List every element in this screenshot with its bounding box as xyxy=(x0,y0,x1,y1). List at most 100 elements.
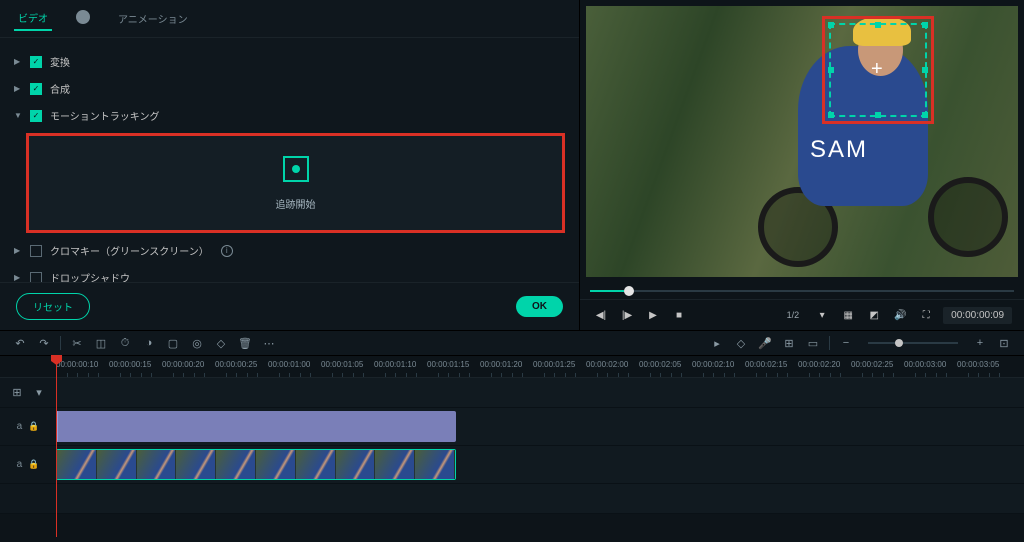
checkbox-transform[interactable]: ✓ xyxy=(30,56,42,68)
preview-canvas[interactable]: + SAM xyxy=(586,6,1018,277)
ruler-tick: 00:00:00:15 xyxy=(109,360,151,369)
ruler-tick: 00:00:00:20 xyxy=(162,360,204,369)
preview-timecode: 00:00:00:09 xyxy=(943,307,1012,324)
chevron-right-icon: ▶ xyxy=(14,273,22,282)
crosshair-icon: + xyxy=(871,58,883,81)
ruler-tick: 00:00:01:25 xyxy=(533,360,575,369)
resize-handle-tl[interactable] xyxy=(828,22,834,28)
zoom-in-icon[interactable]: + xyxy=(972,335,988,351)
redo-icon[interactable]: ↷ xyxy=(36,335,52,351)
video-track[interactable]: a xyxy=(0,446,1024,484)
ruler-tick: 00:00:03:05 xyxy=(957,360,999,369)
color-icon[interactable]: ◑ xyxy=(141,335,157,351)
prop-label: 変換 xyxy=(50,54,70,69)
ruler-tick: 00:00:02:00 xyxy=(586,360,628,369)
mixer-icon[interactable]: ⊞ xyxy=(781,335,797,351)
tab-animation[interactable]: アニメーション xyxy=(114,7,192,30)
lock-icon[interactable] xyxy=(28,459,39,470)
fullscreen-icon[interactable]: ⛶ xyxy=(917,306,935,324)
track-spacer: ⊞ ▾ xyxy=(0,378,1024,408)
resize-handle-br[interactable] xyxy=(922,112,928,118)
ruler-tick: 00:00:00:10 xyxy=(56,360,98,369)
track-head: a xyxy=(0,446,56,483)
more-icon[interactable]: ⋯ xyxy=(261,335,277,351)
prop-motion-tracking[interactable]: ▼ ✓ モーショントラッキング xyxy=(14,102,565,129)
cut-icon[interactable]: ✂ xyxy=(69,335,85,351)
resize-handle-rm[interactable] xyxy=(922,67,928,73)
chevron-down-icon: ▼ xyxy=(14,111,22,120)
checkbox-chromakey[interactable] xyxy=(30,245,42,257)
render-icon[interactable]: ▭ xyxy=(805,335,821,351)
greenscreen-icon[interactable]: ▢ xyxy=(165,335,181,351)
preview-scrubber[interactable] xyxy=(590,283,1014,299)
tracking-rectangle[interactable]: + xyxy=(822,16,934,124)
prop-label: ドロップシャドウ xyxy=(50,270,130,282)
ruler-tick: 00:00:03:00 xyxy=(904,360,946,369)
tracking-target-icon[interactable] xyxy=(283,156,309,182)
checkbox-motion-tracking[interactable]: ✓ xyxy=(30,110,42,122)
stop-button[interactable]: ■ xyxy=(670,306,688,324)
video-clip[interactable] xyxy=(56,449,456,480)
resize-handle-lm[interactable] xyxy=(828,67,834,73)
reset-button[interactable]: リセット xyxy=(16,293,90,320)
resize-handle-tm[interactable] xyxy=(875,22,881,28)
speed-icon[interactable]: ⏱ xyxy=(117,335,133,351)
track-mute-icon[interactable]: a xyxy=(17,421,23,432)
ruler-tick: 00:00:01:05 xyxy=(321,360,363,369)
resize-handle-bm[interactable] xyxy=(875,112,881,118)
prop-label: クロマキー（グリーンスクリーン） xyxy=(50,243,209,258)
tracking-icon[interactable]: ◎ xyxy=(189,335,205,351)
checkbox-compose[interactable]: ✓ xyxy=(30,83,42,95)
delete-icon[interactable]: 🗑 xyxy=(237,335,253,351)
zoom-slider[interactable] xyxy=(868,342,958,344)
color-swatch-icon xyxy=(76,10,90,24)
undo-icon[interactable]: ↶ xyxy=(12,335,28,351)
marker-icon[interactable]: ◇ xyxy=(733,335,749,351)
tracking-start-label[interactable]: 追跡開始 xyxy=(276,196,316,211)
zoom-fit-icon[interactable]: ⊡ xyxy=(996,335,1012,351)
zoom-ratio[interactable]: 1/2 xyxy=(781,310,806,320)
prop-compose[interactable]: ▶ ✓ 合成 xyxy=(14,75,565,102)
next-frame-button[interactable]: |▶ xyxy=(618,306,636,324)
keyframe-icon[interactable]: ◇ xyxy=(213,335,229,351)
crop-icon[interactable]: ◫ xyxy=(93,335,109,351)
properties-buttons: リセット OK xyxy=(0,282,579,330)
ruler-tick: 00:00:01:10 xyxy=(374,360,416,369)
lock-icon[interactable] xyxy=(28,421,39,432)
chevron-right-icon: ▶ xyxy=(14,84,22,93)
snapshot-icon[interactable]: ◩ xyxy=(865,306,883,324)
timeline-ruler[interactable]: 00:00:00:10 00:00:00:15 00:00:00:20 00:00:0… xyxy=(0,356,1024,378)
prop-chromakey[interactable]: ▶ クロマキー（グリーンスクリーン） i xyxy=(14,237,565,264)
chevron-right-icon: ▶ xyxy=(14,246,22,255)
track-toggle-icon[interactable]: ▾ xyxy=(31,385,47,401)
ok-button[interactable]: OK xyxy=(516,296,563,317)
resize-handle-tr[interactable] xyxy=(922,22,928,28)
overlay-text[interactable]: SAM xyxy=(810,136,868,164)
prev-frame-button[interactable]: ◀| xyxy=(592,306,610,324)
play-button[interactable]: ▶ xyxy=(644,306,662,324)
chevron-down-icon[interactable]: ▾ xyxy=(813,306,831,324)
volume-icon[interactable]: 🔊 xyxy=(891,306,909,324)
grid-icon[interactable]: ▦ xyxy=(839,306,857,324)
track-options-icon[interactable]: ⊞ xyxy=(9,385,25,401)
playhead-line xyxy=(56,356,57,537)
tab-video[interactable]: ビデオ xyxy=(14,6,52,31)
track-mute-icon[interactable]: a xyxy=(17,459,23,470)
ruler-tick: 00:00:02:10 xyxy=(692,360,734,369)
scrub-thumb[interactable] xyxy=(624,286,634,296)
zoom-out-icon[interactable]: − xyxy=(838,335,854,351)
tab-color[interactable] xyxy=(72,6,94,31)
resize-handle-bl[interactable] xyxy=(828,112,834,118)
text-clip[interactable] xyxy=(56,411,456,442)
mic-icon[interactable]: 🎤 xyxy=(757,335,773,351)
info-icon[interactable]: i xyxy=(221,245,233,257)
prop-transform[interactable]: ▶ ✓ 変換 xyxy=(14,48,565,75)
properties-tabs: ビデオ アニメーション xyxy=(0,0,579,38)
marker-play-icon[interactable]: ▸ xyxy=(709,335,725,351)
prop-drop-shadow[interactable]: ▶ ドロップシャドウ xyxy=(14,264,565,282)
properties-list: ▶ ✓ 変換 ▶ ✓ 合成 ▼ ✓ モーショントラッキング xyxy=(0,38,579,282)
ruler-tick: 00:00:02:05 xyxy=(639,360,681,369)
motion-tracking-box: 追跡開始 xyxy=(26,133,565,233)
text-track[interactable]: a xyxy=(0,408,1024,446)
checkbox-drop-shadow[interactable] xyxy=(30,272,42,283)
